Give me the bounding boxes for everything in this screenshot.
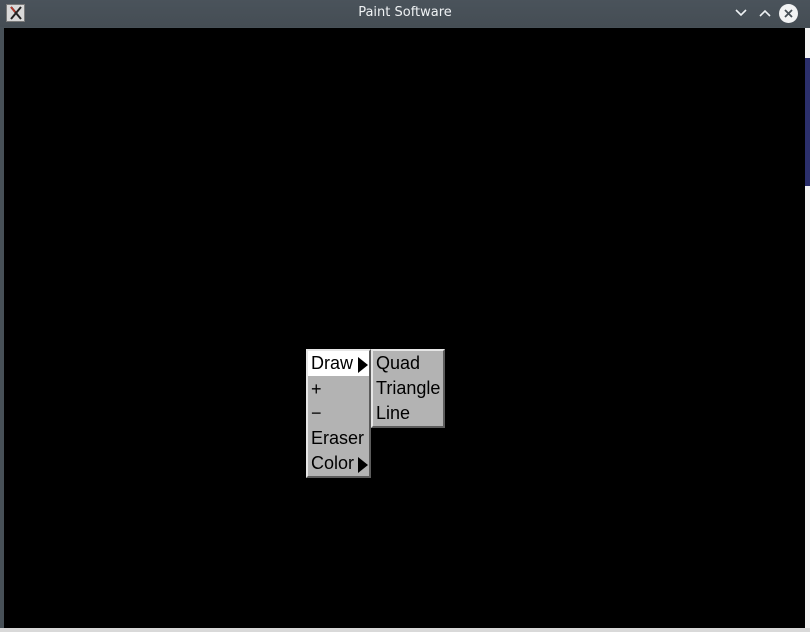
draw-submenu: Quad Triangle Line: [371, 349, 445, 428]
app-window: Paint Software Draw + − Eraser Color Qua…: [0, 0, 810, 632]
submenu-arrow-icon: [358, 357, 368, 373]
submenu-item-line[interactable]: Line: [373, 401, 443, 426]
context-menu: Draw + − Eraser Color: [306, 349, 371, 478]
menu-item-label: +: [311, 379, 322, 399]
maximize-button[interactable]: [755, 3, 775, 23]
minimize-button[interactable]: [731, 3, 751, 23]
submenu-item-label: Quad: [376, 353, 421, 373]
background-accent: [805, 58, 810, 186]
submenu-item-label: Triangle: [376, 378, 441, 398]
menu-item-eraser[interactable]: Eraser: [308, 426, 369, 451]
minimize-icon: [735, 9, 747, 17]
menu-item-label: Eraser: [311, 428, 365, 448]
title-bar[interactable]: Paint Software: [0, 0, 810, 27]
menu-item-zoom-in[interactable]: +: [308, 377, 369, 402]
menu-item-color[interactable]: Color: [308, 451, 369, 476]
window-bottom-border: [0, 628, 810, 632]
window-title: Paint Software: [358, 5, 452, 20]
drawing-canvas[interactable]: [4, 28, 805, 628]
background-window-edge: [805, 28, 810, 632]
close-button[interactable]: [779, 4, 798, 23]
menu-item-zoom-out[interactable]: −: [308, 401, 369, 426]
submenu-item-label: Line: [376, 403, 411, 423]
submenu-arrow-icon: [358, 457, 368, 473]
menu-item-label: Color: [311, 453, 355, 473]
maximize-icon: [759, 9, 771, 17]
close-icon: [784, 9, 793, 18]
submenu-item-triangle[interactable]: Triangle: [373, 376, 443, 401]
menu-item-draw[interactable]: Draw: [308, 351, 369, 376]
submenu-item-quad[interactable]: Quad: [373, 351, 443, 376]
menu-item-label: −: [311, 403, 322, 423]
menu-item-label: Draw: [311, 353, 354, 373]
